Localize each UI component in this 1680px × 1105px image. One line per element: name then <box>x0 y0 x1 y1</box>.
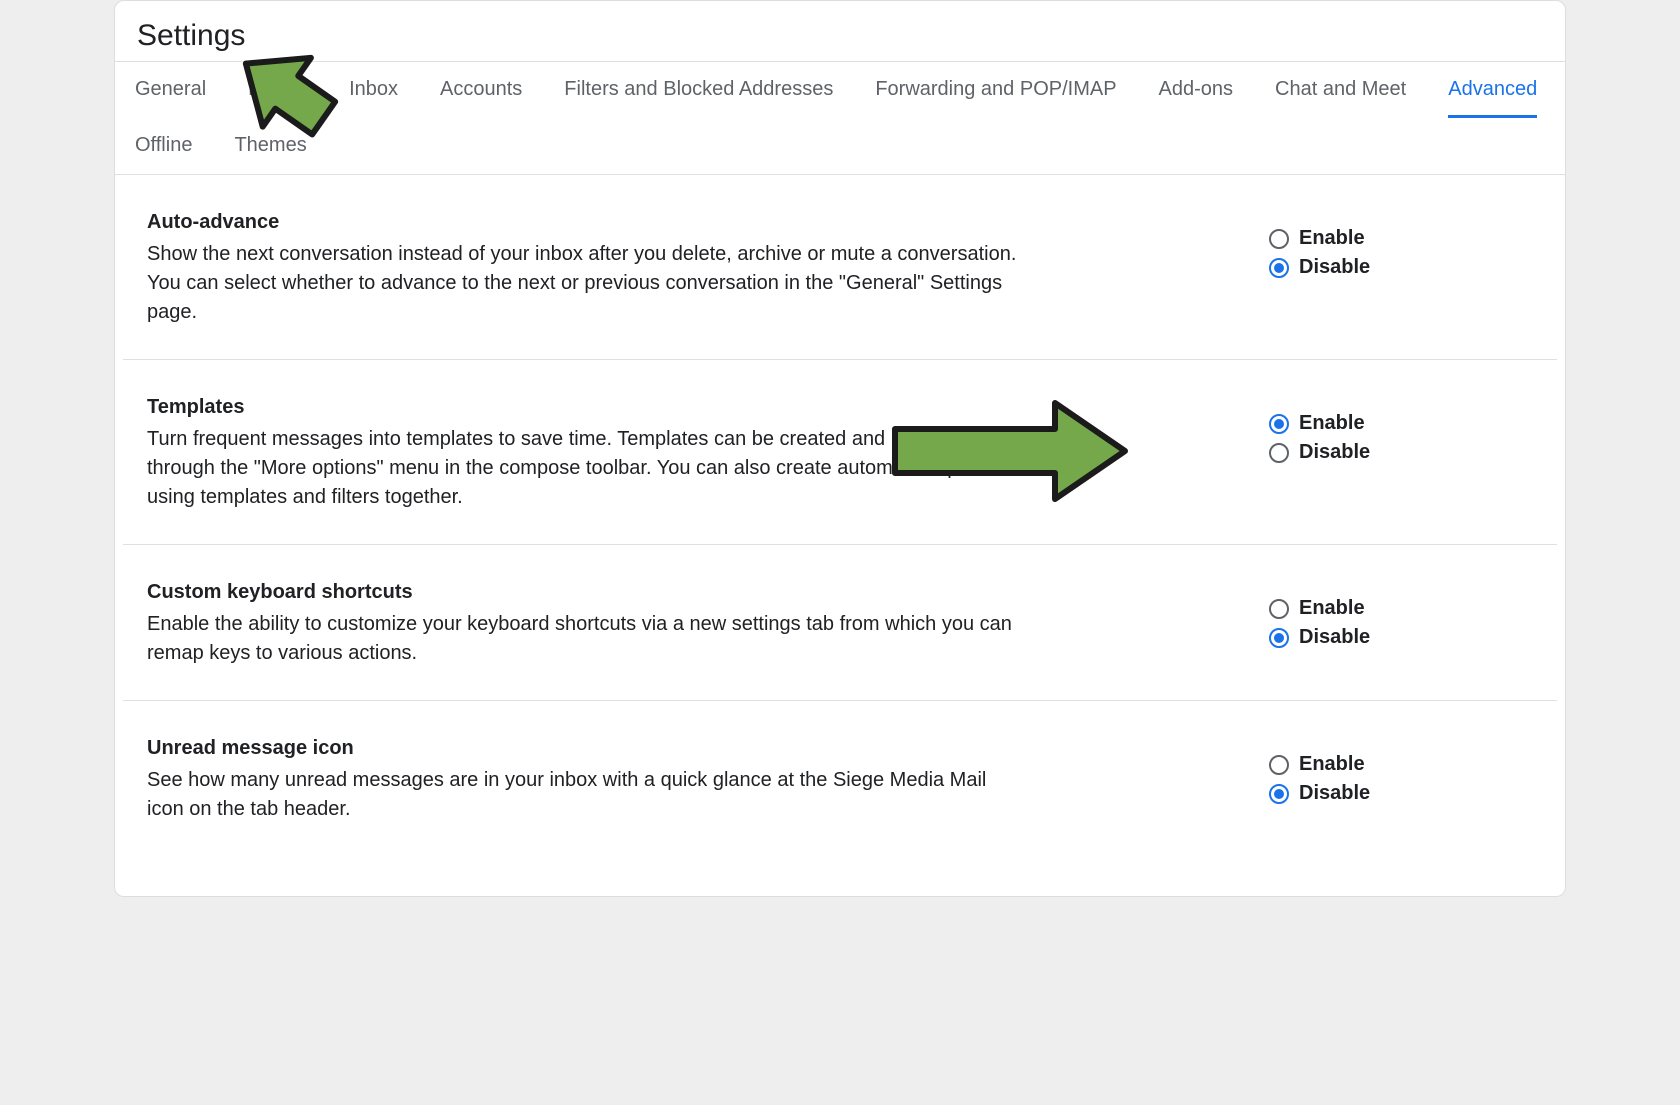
setting-text: Unread message icon See how many unread m… <box>147 737 1017 824</box>
setting-options: Enable Disable <box>1269 581 1549 655</box>
tab-inbox[interactable]: Inbox <box>349 62 398 118</box>
radio-icon <box>1269 229 1289 249</box>
radio-icon <box>1269 784 1289 804</box>
custom-keyboard-shortcuts-disable-option[interactable]: Disable <box>1269 626 1549 649</box>
setting-row-unread-message-icon: Unread message icon See how many unread m… <box>123 701 1557 856</box>
tab-general[interactable]: General <box>135 62 206 118</box>
setting-description: See how many unread messages are in your… <box>147 766 1017 824</box>
tab-chat[interactable]: Chat and Meet <box>1275 62 1406 118</box>
radio-icon <box>1269 599 1289 619</box>
option-label: Enable <box>1299 753 1365 776</box>
setting-title: Custom keyboard shortcuts <box>147 581 1017 604</box>
tab-labels[interactable]: Labels <box>248 62 307 118</box>
tabs-bar: General Labels Inbox Accounts Filters and Bl… <box>115 61 1565 175</box>
setting-description: Enable the ability to customize your key… <box>147 610 1017 668</box>
option-label: Enable <box>1299 597 1365 620</box>
page-title: Settings <box>137 19 1543 53</box>
settings-list: Auto-advance Show the next conversation i… <box>115 175 1565 896</box>
radio-icon <box>1269 258 1289 278</box>
tab-advanced[interactable]: Advanced <box>1448 62 1537 118</box>
setting-row-templates: Templates Turn frequent messages into tem… <box>123 360 1557 545</box>
radio-icon <box>1269 628 1289 648</box>
tab-filters[interactable]: Filters and Blocked Addresses <box>564 62 833 118</box>
auto-advance-disable-option[interactable]: Disable <box>1269 256 1549 279</box>
option-label: Disable <box>1299 626 1370 649</box>
setting-title: Auto-advance <box>147 211 1017 234</box>
setting-description: Show the next conversation instead of yo… <box>147 240 1017 327</box>
templates-disable-option[interactable]: Disable <box>1269 441 1549 464</box>
setting-text: Templates Turn frequent messages into tem… <box>147 396 1017 512</box>
tab-addons[interactable]: Add-ons <box>1159 62 1234 118</box>
custom-keyboard-shortcuts-enable-option[interactable]: Enable <box>1269 597 1549 620</box>
setting-options: Enable Disable <box>1269 737 1549 811</box>
setting-row-custom-keyboard-shortcuts: Custom keyboard shortcuts Enable the abil… <box>123 545 1557 701</box>
unread-message-icon-enable-option[interactable]: Enable <box>1269 753 1549 776</box>
radio-icon <box>1269 414 1289 434</box>
setting-text: Custom keyboard shortcuts Enable the abil… <box>147 581 1017 668</box>
tab-themes[interactable]: Themes <box>234 118 306 174</box>
unread-message-icon-disable-option[interactable]: Disable <box>1269 782 1549 805</box>
tab-offline[interactable]: Offline <box>135 118 192 174</box>
option-label: Enable <box>1299 227 1365 250</box>
tab-forwarding[interactable]: Forwarding and POP/IMAP <box>875 62 1116 118</box>
setting-options: Enable Disable <box>1269 396 1549 470</box>
tab-accounts[interactable]: Accounts <box>440 62 522 118</box>
option-label: Disable <box>1299 782 1370 805</box>
option-label: Disable <box>1299 441 1370 464</box>
radio-icon <box>1269 443 1289 463</box>
option-label: Enable <box>1299 412 1365 435</box>
auto-advance-enable-option[interactable]: Enable <box>1269 227 1549 250</box>
setting-text: Auto-advance Show the next conversation i… <box>147 211 1017 327</box>
radio-icon <box>1269 755 1289 775</box>
setting-row-auto-advance: Auto-advance Show the next conversation i… <box>123 175 1557 360</box>
option-label: Disable <box>1299 256 1370 279</box>
setting-title: Unread message icon <box>147 737 1017 760</box>
setting-title: Templates <box>147 396 1017 419</box>
templates-enable-option[interactable]: Enable <box>1269 412 1549 435</box>
settings-page: Settings General Labels Inbox Accounts Filte… <box>114 0 1566 897</box>
settings-header: Settings <box>115 1 1565 61</box>
setting-options: Enable Disable <box>1269 211 1549 285</box>
setting-description: Turn frequent messages into templates to… <box>147 425 1017 512</box>
